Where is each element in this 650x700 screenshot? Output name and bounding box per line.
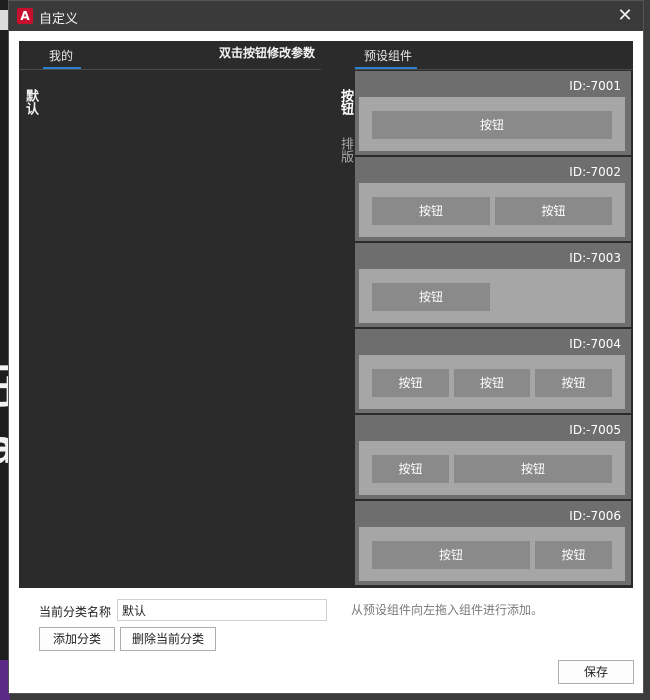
preset-button[interactable]: 按钮 [495,197,612,225]
divider [19,69,321,70]
preset-button[interactable]: 按钮 [372,111,612,139]
preset-body: 按钮 [359,269,625,323]
add-category-button[interactable]: 添加分类 [39,627,115,651]
drag-hint: 从预设组件向左拖入组件进行添加。 [351,603,544,617]
preset-button[interactable]: 按钮 [454,369,530,397]
double-click-hint: 双击按钮修改参数 [219,46,316,60]
preset-button[interactable]: 按钮 [535,541,612,569]
autocad-app-icon: A [17,8,33,24]
preset-body: 按钮 按钮 按钮 [359,355,625,409]
category-default[interactable]: 默认 [23,89,40,115]
close-button[interactable]: ✕ [615,6,635,26]
category-name-input[interactable] [117,599,327,621]
title-bar[interactable]: A 自定义 ✕ [9,1,643,31]
preset-button[interactable]: 按钮 [372,541,530,569]
preset-block[interactable]: ID:-7006 按钮 按钮 [355,501,631,585]
preset-component-list[interactable]: ID:-7001 按钮 ID:-7002 按钮 按钮 ID:-7003 按钮 I… [355,71,631,586]
preset-body: 按钮 按钮 [359,441,625,495]
preset-body: 按钮 按钮 [359,183,625,237]
preset-id: ID:-7001 [569,79,621,93]
preset-body: 按钮 [359,97,625,151]
window-title: 自定义 [39,12,79,27]
preset-button[interactable]: 按钮 [372,369,449,397]
preset-button[interactable]: 按钮 [372,283,490,311]
divider [355,69,633,70]
vtab-buttons[interactable]: 按钮 [336,89,355,115]
category-name-label: 当前分类名称 [39,605,112,619]
preset-block[interactable]: ID:-7005 按钮 按钮 [355,415,631,499]
preset-body: 按钮 按钮 [359,527,625,581]
preset-id: ID:-7003 [569,251,621,265]
preset-block[interactable]: ID:-7001 按钮 [355,71,631,155]
save-button[interactable]: 保存 [558,660,634,684]
customize-dialog: A 自定义 ✕ 我的 双击按钮修改参数 默认 按钮 排版 预设组件 ID:-70… [8,0,644,694]
vtab-layout[interactable]: 排版 [336,137,355,163]
delete-category-button[interactable]: 删除当前分类 [120,627,216,651]
editor-panel: 我的 双击按钮修改参数 默认 按钮 排版 预设组件 ID:-7001 按钮 ID… [19,41,633,588]
tab-mine[interactable]: 我的 [49,47,73,64]
preset-block[interactable]: ID:-7002 按钮 按钮 [355,157,631,241]
preset-button[interactable]: 按钮 [372,197,490,225]
preset-block[interactable]: ID:-7004 按钮 按钮 按钮 [355,329,631,413]
preset-block[interactable]: ID:-7003 按钮 [355,243,631,327]
preset-id: ID:-7004 [569,337,621,351]
preset-id: ID:-7006 [569,509,621,523]
preset-id: ID:-7005 [569,423,621,437]
preset-button[interactable]: 按钮 [372,455,449,483]
preset-button[interactable]: 按钮 [535,369,612,397]
tab-preset-components[interactable]: 预设组件 [364,47,412,64]
preset-button[interactable]: 按钮 [454,455,612,483]
preset-id: ID:-7002 [569,165,621,179]
